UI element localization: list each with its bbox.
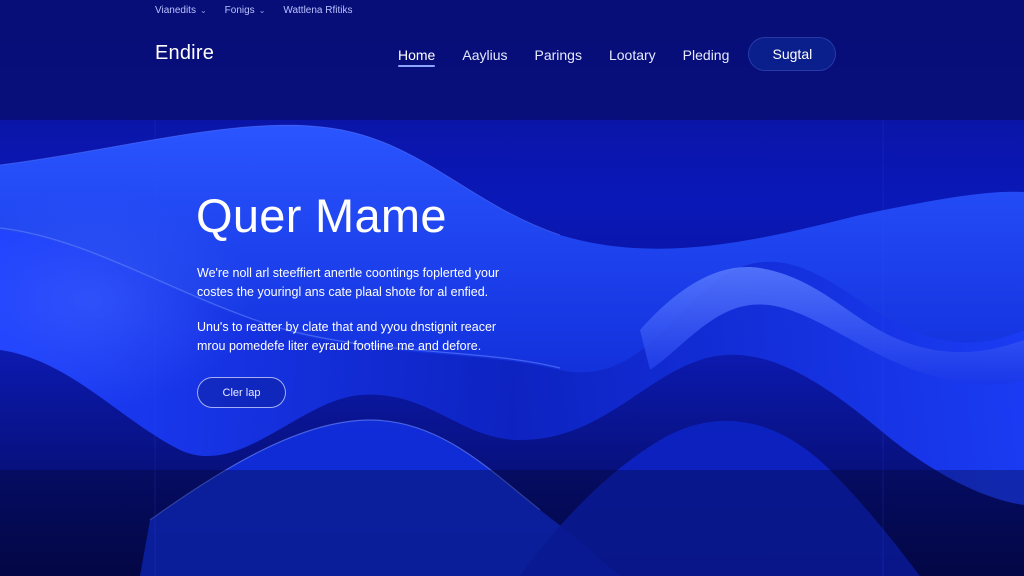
nav-item-lootary[interactable]: Lootary [609, 39, 656, 70]
utility-item-label: Fonigs [224, 5, 255, 16]
nav-item-parings[interactable]: Parings [535, 39, 582, 70]
utility-item-1[interactable]: Vianedits ⌄ [155, 5, 207, 16]
nav-item-home[interactable]: Home [398, 39, 436, 70]
site-logo[interactable]: Endire [155, 42, 214, 65]
hero-cta-button[interactable]: Cler lap [197, 377, 286, 408]
utility-item-label: Wattlena Rfitiks [283, 5, 353, 16]
utility-bar: Vianedits ⌄ Fonigs ⌄ Wattlena Rfitiks [155, 5, 352, 16]
hero-paragraph-2: Unu's to reatter by clate that and yyou … [197, 320, 497, 353]
utility-item-label: Vianedits [155, 5, 196, 16]
hero-title: Quer Mame [196, 189, 447, 242]
landing-page: Vianedits ⌄ Fonigs ⌄ Wattlena Rfitiks En… [0, 0, 1024, 576]
nav-item-pleding[interactable]: Pleding [683, 39, 730, 70]
utility-item-3[interactable]: Wattlena Rfitiks [283, 5, 352, 16]
main-nav: Home Aaylius Parings Lootary Pleding Sug… [398, 37, 837, 71]
hero-paragraph-1: We're noll arl steeffiert anertle coonti… [197, 266, 500, 299]
chevron-down-icon: ⌄ [258, 6, 266, 15]
nav-item-aaylius[interactable]: Aaylius [462, 39, 507, 70]
chevron-down-icon: ⌄ [199, 6, 207, 15]
utility-item-2[interactable]: Fonigs ⌄ [225, 5, 266, 16]
signup-button[interactable]: Sugtal [748, 37, 837, 71]
